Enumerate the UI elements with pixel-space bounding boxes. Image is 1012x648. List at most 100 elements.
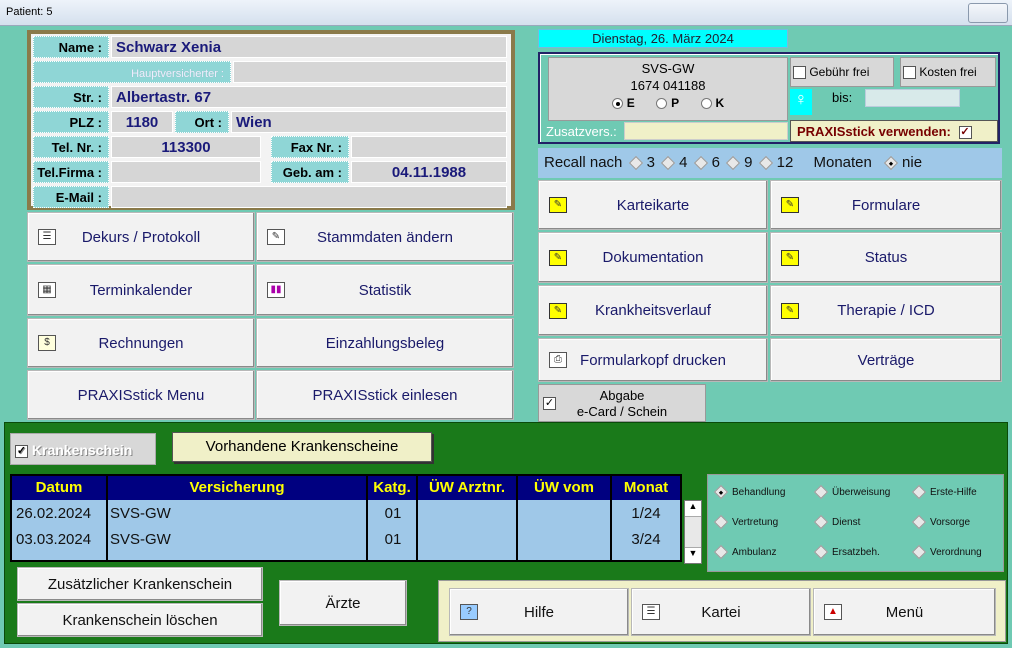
months-label: Monaten [813,154,872,171]
abgabe-checkbox[interactable]: ✓ Abgabe e-Card / Schein [538,384,706,422]
geb-field[interactable]: 04.11.1988 [351,161,507,183]
rechnungen-button[interactable]: $ Rechnungen [27,318,255,368]
praxisstick-verwenden-checkbox[interactable]: PRAXISstick verwenden: ✓ [790,120,998,142]
ort-label: Ort : [175,111,229,133]
formulare-button[interactable]: ✎ Formulare [770,180,1002,230]
date-display: Dienstag, 26. März 2024 [538,29,788,48]
krankenschein-checkbox-label: Krankenschein [31,442,133,458]
type-ambulanz[interactable]: Ambulanz [712,545,776,560]
money-icon: $ [38,335,56,351]
gebuehr-frei-checkbox[interactable]: Gebühr frei [790,57,894,87]
email-label: E-Mail : [33,186,109,208]
dokumentation-button[interactable]: ✎ Dokumentation [538,232,768,283]
table-scrollbar[interactable]: ▲ ▼ [684,500,702,564]
zusaetzlicher-krankenschein-button[interactable]: Zusätzlicher Krankenschein [17,567,263,601]
stammdaten-button[interactable]: ✎ Stammdaten ändern [256,212,514,262]
type-erste-hilfe[interactable]: Erste-Hilfe [910,485,977,500]
edit-note-icon: ✎ [781,197,799,213]
status-button[interactable]: ✎ Status [770,232,1002,283]
type-behandlung[interactable]: Behandlung [712,485,785,500]
type-vorsorge[interactable]: Vorsorge [910,515,970,530]
kosten-label: Kosten frei [919,65,977,79]
type-verordnung[interactable]: Verordnung [910,545,982,560]
option-p[interactable]: P [656,96,679,110]
type-ersatzbeh[interactable]: Ersatzbeh. [812,545,880,560]
recall-option-nie[interactable]: nie [876,154,922,171]
window-close-button[interactable] [968,3,1008,23]
hauptvers-field[interactable] [233,61,507,83]
window-title: Patient: 5 [6,6,53,18]
hauptvers-label: Hauptversicherter : [33,61,231,83]
form-edit-icon: ✎ [267,229,285,245]
ort-field[interactable]: Wien [231,111,507,133]
hilfe-button[interactable]: ? Hilfe [449,588,629,636]
checked-icon: ✓ [543,397,556,410]
recall-option-4[interactable]: 4 [659,154,687,171]
terminkalender-label: Terminkalender [89,281,193,299]
bis-field[interactable] [865,89,960,107]
street-label: Str. : [33,86,109,108]
menu-button[interactable]: ▲ Menü [813,588,996,636]
shapes-menu-icon: ▲ [824,604,842,620]
recall-option-3[interactable]: 3 [627,154,655,171]
formularkopf-button[interactable]: ⎙ Formularkopf drucken [538,338,768,382]
karteikarte-button[interactable]: ✎ Karteikarte [538,180,768,230]
vertraege-label: Verträge [857,351,915,369]
column-header-uew-vom: ÜW vom [518,476,612,500]
option-e[interactable]: E [611,96,635,110]
recall-option-12[interactable]: 12 [757,154,793,171]
kosten-frei-checkbox[interactable]: Kosten frei [900,57,996,87]
email-field[interactable] [111,186,507,208]
type-dienst[interactable]: Dienst [812,515,860,530]
diamond-radio-icon [911,515,927,530]
abgabe-line1: Abgabe [599,388,645,403]
dekurs-button[interactable]: ☰ Dekurs / Protokoll [27,212,255,262]
stick-einlesen-button[interactable]: PRAXISstick einlesen [256,370,514,420]
fax-field[interactable] [351,136,507,158]
krankenschein-loeschen-button[interactable]: Krankenschein löschen [17,603,263,637]
option-k[interactable]: K [700,96,724,110]
formularkopf-label: Formularkopf drucken [580,351,726,369]
edit-note-icon: ✎ [781,302,799,319]
einzahlung-label: Einzahlungsbeleg [325,334,445,352]
telfirma-field[interactable] [111,161,261,183]
vorhandene-krankenscheine-button[interactable]: Vorhandene Krankenscheine [172,432,432,462]
scroll-up-icon[interactable]: ▲ [685,501,701,517]
scroll-track[interactable] [685,517,701,547]
stick-menu-button[interactable]: PRAXISstick Menu [27,370,255,420]
street-field[interactable]: Albertastr. 67 [111,86,507,108]
statistik-button[interactable]: ▮▮ Statistik [256,264,514,316]
cell-uew-vom [518,528,612,552]
diamond-radio-icon [693,155,708,171]
aerzte-button[interactable]: Ärzte [279,580,407,626]
type-ueberweisung[interactable]: Überweisung [812,485,890,500]
terminkalender-button[interactable]: ▦ Terminkalender [27,264,255,316]
therapie-button[interactable]: ✎ Therapie / ICD [770,285,1002,336]
recall-option-6[interactable]: 6 [692,154,720,171]
tel-field[interactable]: 113300 [111,136,261,158]
scroll-down-icon[interactable]: ▼ [685,547,701,563]
plz-field[interactable]: 1180 [111,111,173,133]
cell-versicherung: SVS-GW [110,505,171,522]
diamond-radio-icon [813,515,829,530]
einzahlung-button[interactable]: Einzahlungsbeleg [256,318,514,368]
name-field[interactable]: Schwarz Xenia [111,36,507,58]
kartei-button[interactable]: ☰ Kartei [631,588,811,636]
cell-monat: 3/24 [631,531,661,548]
zusatz-field[interactable] [624,122,788,140]
recall-label: Recall nach [544,154,623,171]
krankheitsverlauf-button[interactable]: ✎ Krankheitsverlauf [538,285,768,336]
cell-monat: 1/24 [631,505,661,522]
krankenschein-checkbox[interactable]: ✓ Krankenschein [10,433,156,465]
krankenschein-table: Datum Versicherung Katg. ÜW Arztnr. ÜW v… [10,474,682,562]
recall-option-9[interactable]: 9 [724,154,752,171]
type-vertretung[interactable]: Vertretung [712,515,778,530]
patient-panel: Name : Schwarz Xenia Hauptversicherter :… [27,30,515,210]
edit-note-icon: ✎ [549,302,567,319]
hilfe-label: Hilfe [523,603,554,621]
vertraege-button[interactable]: Verträge [770,338,1002,382]
card-file-icon: ☰ [642,604,660,620]
karteikarte-label: Karteikarte [616,196,690,214]
status-label: Status [864,249,908,266]
plz-label: PLZ : [33,111,109,133]
